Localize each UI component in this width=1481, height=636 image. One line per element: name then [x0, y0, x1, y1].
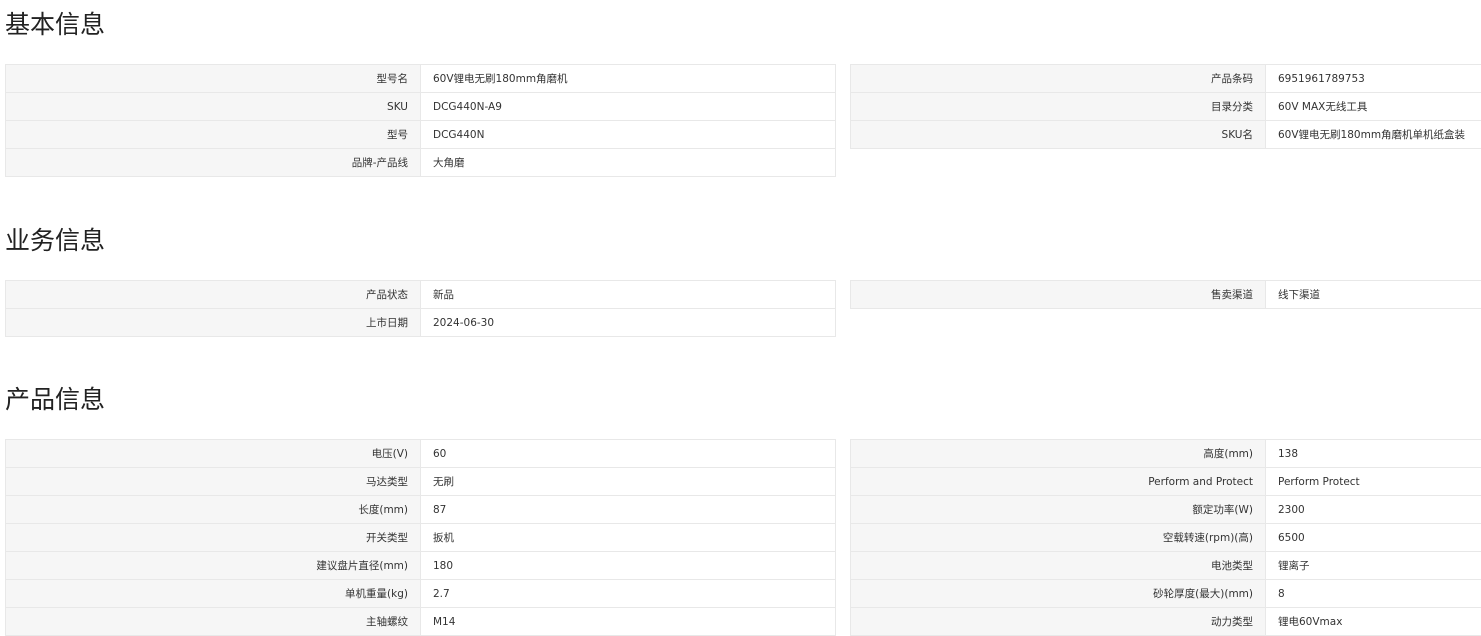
- field-label: 型号: [5, 120, 421, 149]
- field-label: 单机重量(kg): [5, 579, 421, 608]
- field-value: 线下渠道: [1265, 280, 1481, 309]
- table-row: 单机重量(kg) 2.7: [5, 579, 836, 608]
- product-info-table-left: 电压(V) 60 马达类型 无刷 长度(mm) 87 开关类型 扳机 建议盘片直径(mm…: [5, 439, 836, 636]
- field-label: 型号名: [5, 64, 421, 93]
- field-label: 品牌-产品线: [5, 148, 421, 177]
- table-row: 电压(V) 60: [5, 439, 836, 468]
- table-row: SKU DCG440N-A9: [5, 92, 836, 121]
- business-info-table-right: 售卖渠道 线下渠道: [850, 280, 1481, 309]
- field-label: 开关类型: [5, 523, 421, 552]
- table-row: 空载转速(rpm)(高) 6500: [850, 523, 1481, 552]
- field-value: 锂电60Vmax: [1265, 607, 1481, 636]
- field-value: 60V MAX无线工具: [1265, 92, 1481, 121]
- field-value: 180: [420, 551, 836, 580]
- business-info-rows-right: 售卖渠道 线下渠道: [850, 280, 1481, 309]
- table-row: 电池类型 锂离子: [850, 551, 1481, 580]
- table-row: 开关类型 扳机: [5, 523, 836, 552]
- field-value: 新品: [420, 280, 836, 309]
- field-label: 上市日期: [5, 308, 421, 337]
- table-row: 型号名 60V锂电无刷180mm角磨机: [5, 64, 836, 93]
- field-label: 砂轮厚度(最大)(mm): [850, 579, 1266, 608]
- field-value: DCG440N-A9: [420, 92, 836, 121]
- field-label: 产品状态: [5, 280, 421, 309]
- field-value: 60V锂电无刷180mm角磨机单机纸盒装: [1265, 120, 1481, 149]
- table-row: 品牌-产品线 大角磨: [5, 148, 836, 177]
- business-info-table-left: 产品状态 新品 上市日期 2024-06-30: [5, 280, 836, 337]
- field-value: 大角磨: [420, 148, 836, 177]
- field-value: 6500: [1265, 523, 1481, 552]
- field-value: 扳机: [420, 523, 836, 552]
- field-label: 高度(mm): [850, 439, 1266, 468]
- section-title-basic-info: 基本信息: [5, 10, 106, 39]
- field-label: SKU名: [850, 120, 1266, 149]
- table-row: 售卖渠道 线下渠道: [850, 280, 1481, 309]
- field-label: 售卖渠道: [850, 280, 1266, 309]
- table-row: 动力类型 锂电60Vmax: [850, 607, 1481, 636]
- product-detail-page: 基本信息 型号名 60V锂电无刷180mm角磨机 SKU DCG440N-A9 型号…: [0, 0, 1481, 636]
- field-value: 2.7: [420, 579, 836, 608]
- field-label: 空载转速(rpm)(高): [850, 523, 1266, 552]
- table-row: Perform and Protect Perform Protect: [850, 467, 1481, 496]
- table-row: SKU名 60V锂电无刷180mm角磨机单机纸盒装: [850, 120, 1481, 149]
- product-info-rows-left: 电压(V) 60 马达类型 无刷 长度(mm) 87 开关类型 扳机 建议盘片直径(mm…: [5, 439, 836, 636]
- table-row: 型号 DCG440N: [5, 120, 836, 149]
- basic-info-rows-left: 型号名 60V锂电无刷180mm角磨机 SKU DCG440N-A9 型号 DCG44…: [5, 64, 836, 177]
- field-label: 动力类型: [850, 607, 1266, 636]
- product-info-table-right: 高度(mm) 138 Perform and Protect Perform Pro…: [850, 439, 1481, 636]
- field-value: DCG440N: [420, 120, 836, 149]
- field-label: 建议盘片直径(mm): [5, 551, 421, 580]
- table-row: 额定功率(W) 2300: [850, 495, 1481, 524]
- field-label: 长度(mm): [5, 495, 421, 524]
- field-value: 60: [420, 439, 836, 468]
- table-row: 砂轮厚度(最大)(mm) 8: [850, 579, 1481, 608]
- basic-info-table-left: 型号名 60V锂电无刷180mm角磨机 SKU DCG440N-A9 型号 DCG44…: [5, 64, 836, 177]
- table-row: 产品条码 6951961789753: [850, 64, 1481, 93]
- field-label: 产品条码: [850, 64, 1266, 93]
- field-label: Perform and Protect: [850, 467, 1266, 496]
- field-label: 主轴螺纹: [5, 607, 421, 636]
- table-row: 产品状态 新品: [5, 280, 836, 309]
- business-info-rows-left: 产品状态 新品 上市日期 2024-06-30: [5, 280, 836, 337]
- field-value: M14: [420, 607, 836, 636]
- basic-info-table-right: 产品条码 6951961789753 目录分类 60V MAX无线工具 SKU名 60…: [850, 64, 1481, 149]
- field-value: 8: [1265, 579, 1481, 608]
- field-value: 87: [420, 495, 836, 524]
- field-value: 6951961789753: [1265, 64, 1481, 93]
- table-row: 建议盘片直径(mm) 180: [5, 551, 836, 580]
- field-value: 锂离子: [1265, 551, 1481, 580]
- field-value: 2024-06-30: [420, 308, 836, 337]
- field-label: 电压(V): [5, 439, 421, 468]
- table-row: 目录分类 60V MAX无线工具: [850, 92, 1481, 121]
- field-label: 目录分类: [850, 92, 1266, 121]
- field-value: 2300: [1265, 495, 1481, 524]
- field-value: 无刷: [420, 467, 836, 496]
- table-row: 上市日期 2024-06-30: [5, 308, 836, 337]
- basic-info-rows-right: 产品条码 6951961789753 目录分类 60V MAX无线工具 SKU名 60…: [850, 64, 1481, 149]
- table-row: 马达类型 无刷: [5, 467, 836, 496]
- field-label: 马达类型: [5, 467, 421, 496]
- product-info-rows-right: 高度(mm) 138 Perform and Protect Perform Pro…: [850, 439, 1481, 636]
- field-label: 电池类型: [850, 551, 1266, 580]
- field-value: 138: [1265, 439, 1481, 468]
- table-row: 主轴螺纹 M14: [5, 607, 836, 636]
- section-title-product-info: 产品信息: [5, 385, 106, 414]
- field-value: Perform Protect: [1265, 467, 1481, 496]
- section-title-business-info: 业务信息: [5, 226, 106, 255]
- field-label: SKU: [5, 92, 421, 121]
- field-label: 额定功率(W): [850, 495, 1266, 524]
- table-row: 长度(mm) 87: [5, 495, 836, 524]
- field-value: 60V锂电无刷180mm角磨机: [420, 64, 836, 93]
- table-row: 高度(mm) 138: [850, 439, 1481, 468]
